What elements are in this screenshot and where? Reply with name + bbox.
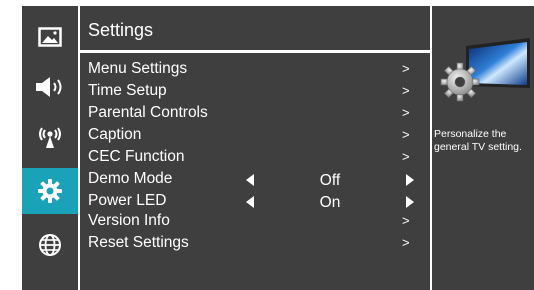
menu-item-label: Caption xyxy=(88,126,142,143)
menu-item-label: Reset Settings xyxy=(88,234,189,251)
menu-item-caption[interactable]: Caption > xyxy=(80,124,430,146)
left-arrow-icon[interactable] xyxy=(246,174,254,186)
antenna-icon xyxy=(39,127,61,148)
gear-icon xyxy=(38,179,62,203)
tv-osd-menu: Settings Menu Settings > Time Setup > Pa… xyxy=(0,0,534,290)
submenu-arrow-icon: > xyxy=(402,213,410,228)
speaker-icon xyxy=(36,77,62,97)
page-title: Settings xyxy=(88,20,154,40)
tv-gear-icon xyxy=(440,38,530,102)
left-arrow-icon[interactable] xyxy=(246,196,254,208)
submenu-arrow-icon: > xyxy=(402,149,410,164)
menu-item-cec-function[interactable]: CEC Function > xyxy=(80,146,430,168)
sidebar-item-channel[interactable] xyxy=(22,114,78,160)
picture-icon xyxy=(38,27,62,47)
sidebar-item-settings[interactable] xyxy=(22,168,78,214)
menu-item-label: Menu Settings xyxy=(88,60,188,77)
title-divider xyxy=(80,50,430,53)
menu-item-label: Demo Mode xyxy=(88,170,173,187)
menu-item-label: Version Info xyxy=(88,212,170,229)
menu-item-demo-mode[interactable]: Demo Mode Off xyxy=(80,168,430,190)
info-description: Personalize the general TV setting. xyxy=(434,128,522,153)
submenu-arrow-icon: > xyxy=(402,127,410,142)
menu-item-label: Parental Controls xyxy=(88,104,208,121)
submenu-arrow-icon: > xyxy=(402,105,410,120)
globe-icon xyxy=(39,234,61,256)
category-sidebar xyxy=(22,6,78,290)
info-panel: Personalize the general TV setting. xyxy=(432,6,534,290)
menu-item-parental-controls[interactable]: Parental Controls > xyxy=(80,102,430,124)
menu-item-menu-settings[interactable]: Menu Settings > xyxy=(80,58,430,80)
menu-item-version-info[interactable]: Version Info > xyxy=(80,210,430,232)
menu-item-label: Time Setup xyxy=(88,82,167,99)
sidebar-item-network[interactable] xyxy=(22,222,78,268)
menu-item-label: CEC Function xyxy=(88,148,185,165)
sidebar-item-sound[interactable] xyxy=(22,64,78,110)
menu-item-time-setup[interactable]: Time Setup > xyxy=(80,80,430,102)
right-arrow-icon[interactable] xyxy=(406,196,414,208)
settings-panel: Settings Menu Settings > Time Setup > Pa… xyxy=(80,6,430,290)
right-arrow-icon[interactable] xyxy=(406,174,414,186)
submenu-arrow-icon: > xyxy=(402,61,410,76)
submenu-arrow-icon: > xyxy=(402,83,410,98)
demo-mode-value: Off xyxy=(319,172,341,189)
menu-item-label: Power LED xyxy=(88,192,167,209)
sidebar-item-picture[interactable] xyxy=(22,14,78,60)
submenu-arrow-icon: > xyxy=(402,235,410,250)
menu-item-reset-settings[interactable]: Reset Settings > xyxy=(80,232,430,254)
menu-item-power-led[interactable]: Power LED On xyxy=(80,190,430,212)
